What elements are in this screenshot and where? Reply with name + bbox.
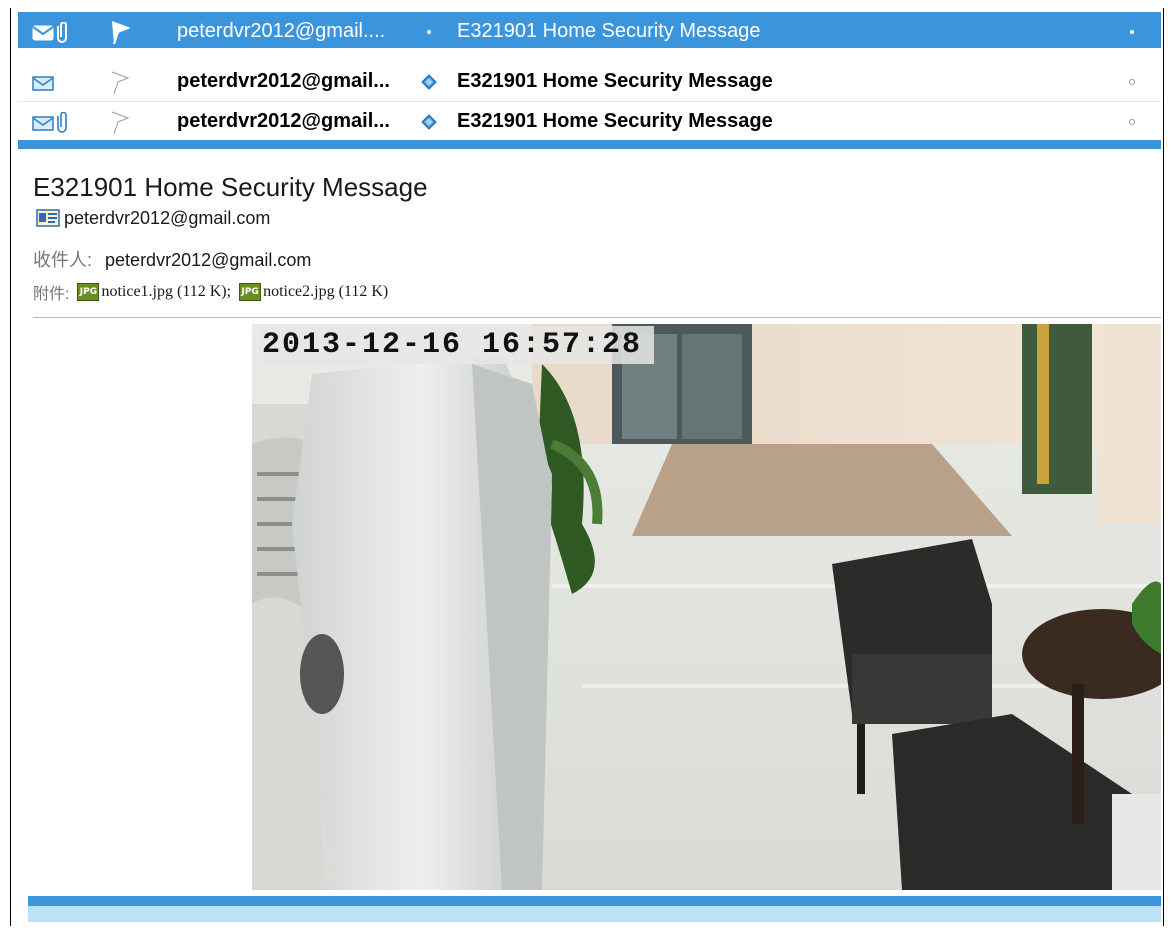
to-label: 收件人: [33, 250, 93, 270]
envelope-attachment-icon [32, 112, 67, 133]
header-divider [33, 317, 1161, 318]
flag-icon[interactable] [108, 70, 130, 96]
flag-icon[interactable] [108, 20, 130, 46]
contact-card-icon [36, 209, 60, 227]
status-dot-icon [1129, 79, 1135, 85]
read-dot-icon [427, 30, 431, 34]
status-dot-icon [1129, 119, 1135, 125]
attachments-line: 附件: JPG notice1.jpg (112 K); JPG notice2… [33, 280, 388, 304]
attachment-label: notice1.jpg (112 K); [101, 283, 232, 300]
recipient-address[interactable]: peterdvr2012@gmail.com [105, 250, 311, 270]
jpg-icon: JPG [239, 283, 262, 301]
envelope-attachment-icon [32, 22, 67, 43]
bottom-splitter[interactable] [28, 896, 1161, 906]
attachment-label: notice2.jpg (112 K) [263, 283, 389, 300]
from-line: peterdvr2012@gmail.com [36, 206, 270, 230]
status-dot-icon [1130, 30, 1134, 34]
flag-icon[interactable] [108, 110, 130, 136]
camera-scene [252, 324, 1161, 890]
sender-address[interactable]: peterdvr2012@gmail.com [64, 208, 270, 229]
unread-dot-icon [421, 114, 437, 130]
message-list-row[interactable]: peterdvr2012@gmail.... E321901 Home Secu… [18, 12, 1161, 48]
message-subject-title: E321901 Home Security Message [33, 172, 428, 202]
jpg-icon: JPG [77, 283, 100, 301]
bottom-bar [28, 906, 1161, 922]
message-from: peterdvr2012@gmail... [177, 110, 390, 132]
attachment-notice1[interactable]: JPG notice1.jpg (112 K); [77, 283, 231, 301]
envelope-icon [32, 76, 54, 91]
to-line: 收件人: peterdvr2012@gmail.com [33, 246, 311, 272]
unread-dot-icon [421, 74, 437, 90]
message-from: peterdvr2012@gmail... [177, 70, 390, 92]
message-from: peterdvr2012@gmail.... [177, 20, 386, 42]
attachments-label: 附件: [33, 286, 70, 303]
pane-splitter[interactable] [18, 140, 1161, 149]
attachment-notice2[interactable]: JPG notice2.jpg (112 K) [239, 283, 388, 301]
message-list-row[interactable]: peterdvr2012@gmail... E321901 Home Secur… [18, 62, 1161, 102]
camera-timestamp: 2013-12-16 16:57:28 [258, 326, 655, 364]
message-list-row[interactable]: peterdvr2012@gmail... E321901 Home Secur… [18, 102, 1161, 142]
camera-snapshot-image: 2013-12-16 16:57:28 [252, 324, 1161, 890]
message-subject: E321901 Home Security Message [457, 20, 761, 42]
message-subject: E321901 Home Security Message [457, 70, 773, 92]
message-subject: E321901 Home Security Message [457, 110, 773, 132]
